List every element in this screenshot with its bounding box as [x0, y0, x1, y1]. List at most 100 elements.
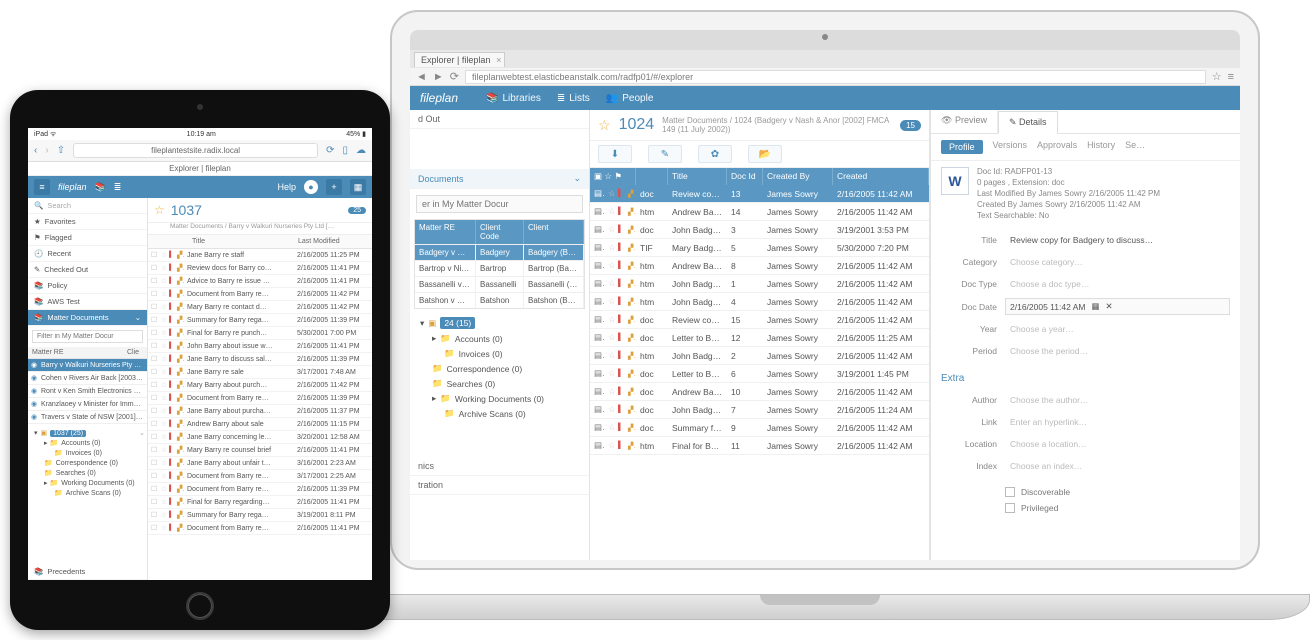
table-row[interactable]: ▤☆▌▞docAndrew Badgery co…10James Sowry2/…	[590, 383, 929, 401]
table-row[interactable]: ☐☆▌▞Jane Barry re sale3/17/2001 7:48 AM	[148, 366, 372, 379]
table-row[interactable]: ▤☆▌▞docJohn Badgery to dis…3James Sowry3…	[590, 221, 929, 239]
field-period[interactable]: Choose the period…	[1005, 343, 1230, 359]
tree-accounts[interactable]: ▸ 📁 Accounts (0)	[414, 331, 585, 346]
nav-people[interactable]: 👥 People	[606, 93, 654, 104]
tree-correspondence[interactable]: 📁 Correspondence (0)	[414, 361, 585, 376]
menu-icon[interactable]: ≡	[1228, 71, 1234, 83]
table-row[interactable]: ☐☆▌▞Mary Barry re counsel brief2/16/2005…	[148, 444, 372, 457]
subtab-approvals[interactable]: Approvals	[1037, 140, 1077, 154]
table-row[interactable]: ☐☆▌▞Summary for Barry rega…2/16/2005 11:…	[148, 314, 372, 327]
sidebar-item-precedents[interactable]: 📚 Precedents	[28, 564, 147, 580]
table-row[interactable]: ☐☆▌▞Document from Barry re…2/16/2005 11:…	[148, 483, 372, 496]
table-row[interactable]: ☐☆▌▞Mary Barry about purch…2/16/2005 11:…	[148, 379, 372, 392]
field-title[interactable]: Review copy for Badgery to discuss…	[1005, 232, 1230, 248]
edit-button[interactable]: ✎	[648, 145, 682, 163]
check-privileged[interactable]: Privileged	[931, 500, 1240, 516]
sidebar-foot-2[interactable]: tration	[410, 476, 589, 495]
mini-table-row[interactable]: ◉Ront v Ken Smith Electronics P…	[28, 385, 147, 398]
tree-root[interactable]: ▾ ▣ 24 (15)	[414, 315, 585, 331]
table-row[interactable]: ☐☆▌▞Advice to Barry re issue …2/16/2005 …	[148, 275, 372, 288]
settings-button[interactable]: ✿	[698, 145, 732, 163]
table-row[interactable]: ☐☆▌▞Final for Barry re punch…5/30/2001 7…	[148, 327, 372, 340]
reload-icon[interactable]: ⟳	[326, 145, 334, 156]
table-row[interactable]: ▤☆▌▞htmJohn Badgery re…4James Sowry2/16/…	[590, 293, 929, 311]
sidebar-item-matter-docs[interactable]: 📚 Matter Documents⌄	[28, 310, 147, 326]
table-row[interactable]: ☐☆▌▞Document from Barry re…2/16/2005 11:…	[148, 522, 372, 535]
mini-table-row[interactable]: ◉Barry v Walkuri Nurseries Pty L…	[28, 359, 147, 372]
table-row[interactable]: ▤☆▌▞htmJohn Badgery regar…2James Sowry2/…	[590, 347, 929, 365]
mini-table-row[interactable]: ◉Travers v State of NSW [2001] F…	[28, 411, 147, 424]
field-index[interactable]: Choose an index…	[1005, 458, 1230, 474]
table-row[interactable]: ▤☆▌▞htmAndrew Badgery ab…14James Sowry2/…	[590, 203, 929, 221]
lists-icon[interactable]: ≣	[114, 182, 122, 193]
reload-icon[interactable]: ⟳	[450, 70, 459, 83]
star-icon[interactable]: ☆	[598, 117, 611, 134]
check-discoverable[interactable]: Discoverable	[931, 484, 1240, 500]
table-row[interactable]: ▤☆▌▞TIFMary Badgery re sale5James Sowry5…	[590, 239, 929, 257]
nav-lists[interactable]: ≣ Lists	[557, 93, 590, 104]
browser-tab[interactable]: Explorer | fileplan ×	[414, 52, 505, 67]
sidebar-item-aws-test[interactable]: 📚 AWS Test	[28, 294, 147, 310]
table-row[interactable]: ▤☆▌▞htmAndrew Badgery re…8James Sowry2/1…	[590, 257, 929, 275]
tree-archive-scans[interactable]: 📁 Archive Scans (0)	[414, 406, 585, 421]
field-location[interactable]: Choose a location…	[1005, 436, 1230, 452]
subtab-more[interactable]: Se…	[1125, 140, 1145, 154]
download-button[interactable]: ⬇	[598, 145, 632, 163]
tree-root[interactable]: ▾ ▣ 1037 (25) ⌄	[30, 428, 145, 438]
tree-accounts[interactable]: ▸ 📁 Accounts (0)	[30, 438, 145, 448]
table-row[interactable]: ▤☆▌▞docJohn Badgery to dis…7James Sowry2…	[590, 401, 929, 419]
tree-working-docs[interactable]: ▸ 📁 Working Documents (0)	[30, 478, 145, 488]
brand-logo[interactable]: fileplan	[420, 91, 458, 105]
table-row[interactable]: ▤☆▌▞docLetter to Badgery a…6James Sowry3…	[590, 365, 929, 383]
tab-details[interactable]: ✎ Details	[998, 111, 1058, 134]
more-icon[interactable]: ▦	[350, 179, 366, 195]
tree-archive-scans[interactable]: 📁 Archive Scans (0)	[30, 488, 145, 498]
table-row[interactable]: ☐☆▌▞Jane Barry about purcha…2/16/2005 11…	[148, 405, 372, 418]
table-row[interactable]: ▤☆▌▞docSummary for Badge…9James Sowry2/1…	[590, 419, 929, 437]
subtab-profile[interactable]: Profile	[941, 140, 983, 154]
subtab-versions[interactable]: Versions	[993, 140, 1028, 154]
sidebar-item-favorites[interactable]: ★ Favorites	[28, 214, 147, 230]
table-row[interactable]: ☐☆▌▞Mary Barry re contact d…2/16/2005 11…	[148, 301, 372, 314]
brand-logo[interactable]: fileplan	[58, 182, 87, 192]
back-icon[interactable]: ◄	[416, 71, 427, 83]
table-row[interactable]: ☐☆▌▞Andrew Barry about sale2/16/2005 11:…	[148, 418, 372, 431]
table-row[interactable]: ☐☆▌▞Summary for Barry rega…3/19/2001 8:1…	[148, 509, 372, 522]
url-field[interactable]: fileplanwebtest.elasticbeanstalk.com/rad…	[465, 70, 1206, 84]
clear-icon[interactable]: ✕	[1106, 301, 1113, 312]
share-icon[interactable]: ⇧	[57, 145, 65, 156]
libraries-icon[interactable]: 📚	[95, 182, 106, 193]
table-row[interactable]: ☐☆▌▞Jane Barry about unfair t…3/16/2001 …	[148, 457, 372, 470]
filter-input[interactable]	[32, 330, 143, 343]
url-field[interactable]: fileplantestsite.radix.local	[73, 143, 318, 158]
table-row[interactable]: ☐☆▌▞Jane Barry concerning le…3/20/2001 1…	[148, 431, 372, 444]
close-icon[interactable]: ×	[496, 55, 501, 65]
tree-working-docs[interactable]: ▸ 📁 Working Documents (0)	[414, 391, 585, 406]
tree-searches[interactable]: 📁 Searches (0)	[414, 376, 585, 391]
table-row[interactable]: ☐☆▌▞Jane Barry re staff2/16/2005 11:25 P…	[148, 249, 372, 262]
table-row[interactable]: ☐☆▌▞Document from Barry re…2/16/2005 11:…	[148, 392, 372, 405]
back-icon[interactable]: ‹	[34, 145, 37, 156]
table-row[interactable]: ☐☆▌▞Document from Barry re…3/17/2001 2:2…	[148, 470, 372, 483]
star-icon[interactable]: ☆	[154, 203, 165, 217]
tree-searches[interactable]: 📁 Searches (0)	[30, 468, 145, 478]
table-row[interactable]: ☐☆▌▞Jane Barry to discuss sal…2/16/2005 …	[148, 353, 372, 366]
table-row[interactable]: ☐☆▌▞John Barry about issue w…2/16/2005 1…	[148, 340, 372, 353]
table-row[interactable]: ☐☆▌▞Final for Barry regarding…2/16/2005 …	[148, 496, 372, 509]
field-link[interactable]: Enter an hyperlink…	[1005, 414, 1230, 430]
field-category[interactable]: Choose category…	[1005, 254, 1230, 270]
sidebar-item-recent[interactable]: 🕘 Recent	[28, 246, 147, 262]
cloud-icon[interactable]: ☁	[356, 145, 366, 156]
search-row[interactable]: 🔍 Search	[28, 198, 147, 214]
sidebar-item-checked-out[interactable]: ✎ Checked Out	[28, 262, 147, 278]
field-docdate[interactable]: 2/16/2005 11:42 AM ▦ ✕	[1005, 298, 1230, 315]
calendar-icon[interactable]: ▦	[1091, 301, 1099, 312]
field-doctype[interactable]: Choose a doc type…	[1005, 276, 1230, 292]
mini-table-row[interactable]: Batshon v Miglioris…BatshonBatshon (Bats…	[415, 292, 584, 308]
field-year[interactable]: Choose a year…	[1005, 321, 1230, 337]
mini-table-row[interactable]: Bassanelli v QBE Ins…BassanelliBassanell…	[415, 276, 584, 292]
filter-input[interactable]	[416, 195, 583, 213]
tab-preview[interactable]: 👁 Preview	[931, 110, 998, 133]
table-row[interactable]: ▤☆▌▞htmJohn Badgery regar…1James Sowry2/…	[590, 275, 929, 293]
table-row[interactable]: ☐☆▌▞Review docs for Barry co…2/16/2005 1…	[148, 262, 372, 275]
